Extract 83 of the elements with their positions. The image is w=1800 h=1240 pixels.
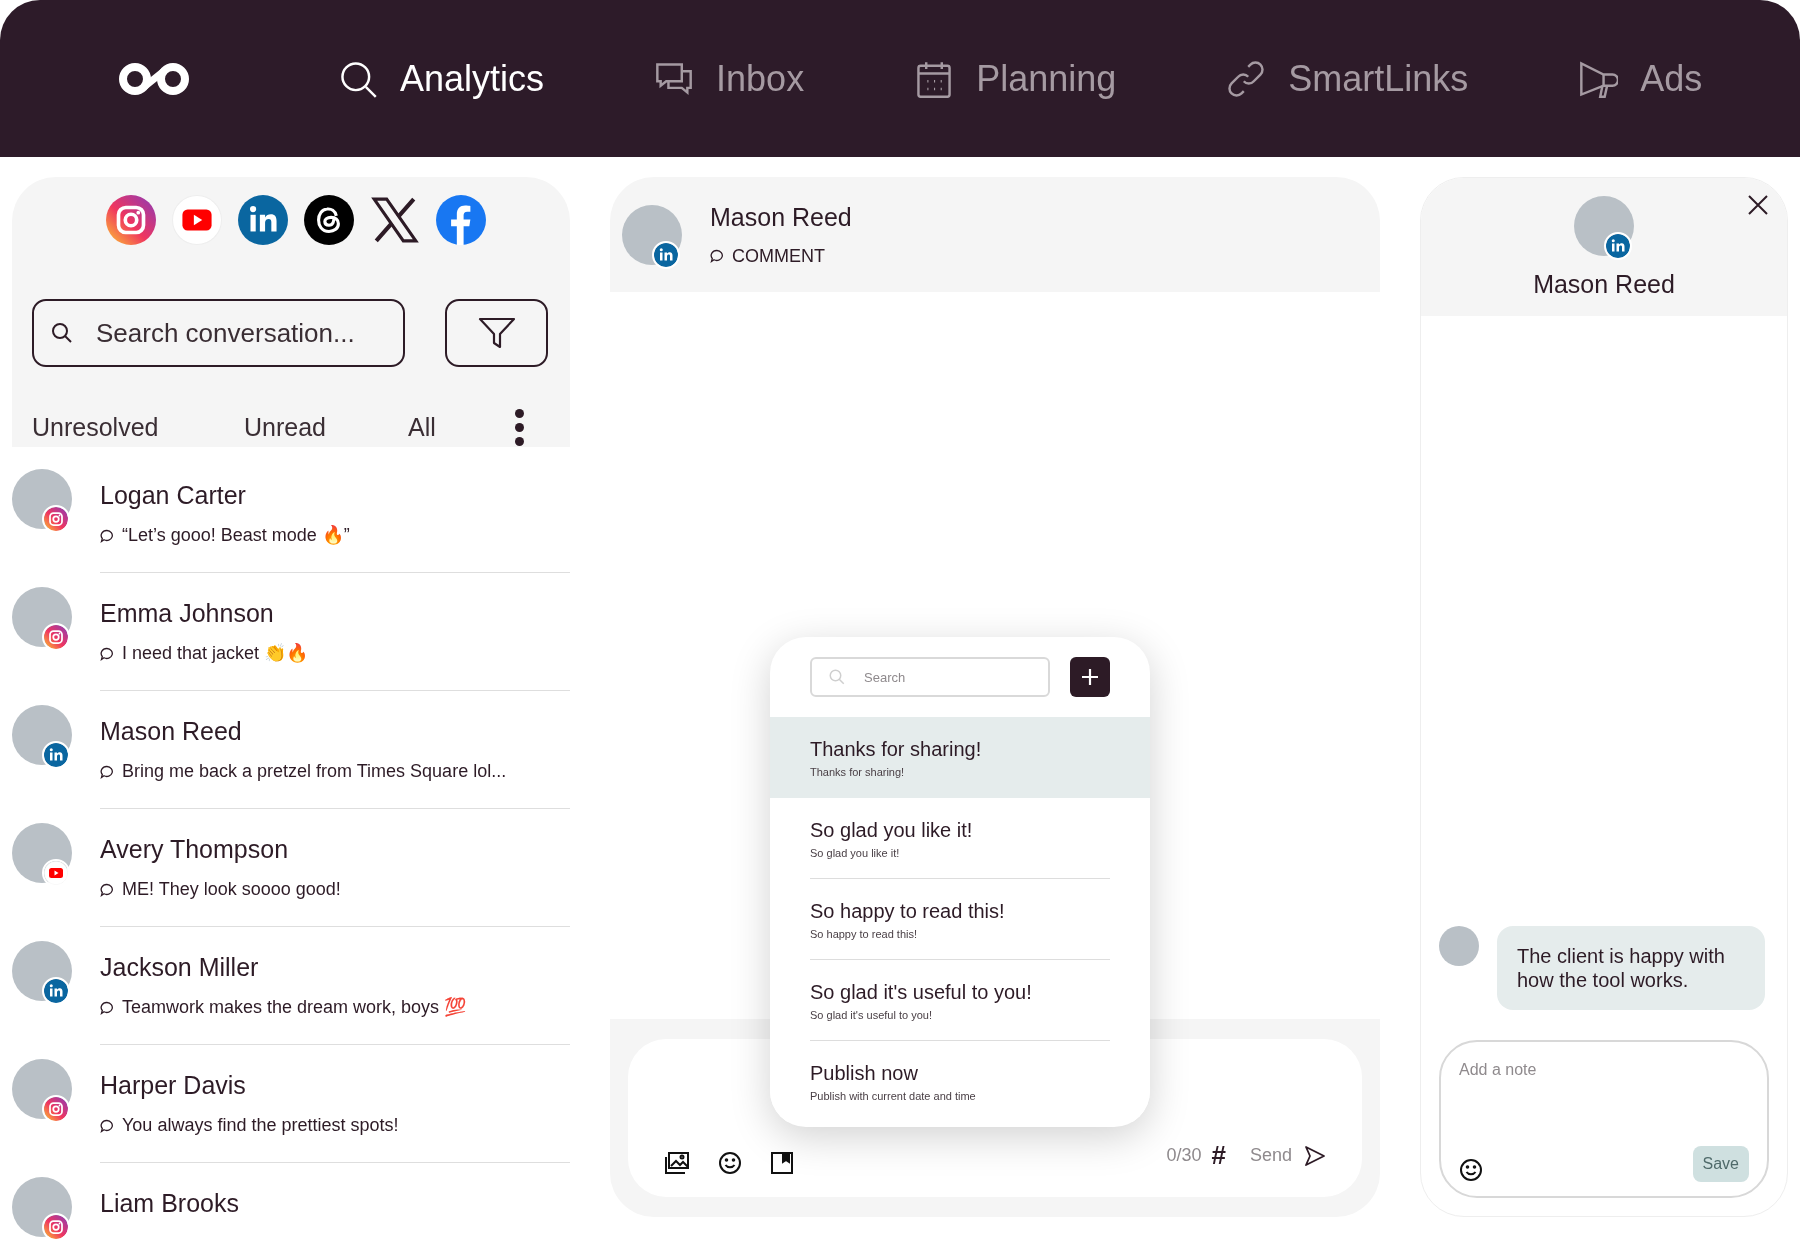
character-counter: 0/30 [1166, 1144, 1202, 1167]
emoji-icon[interactable] [1459, 1158, 1483, 1182]
message-preview: Bring me back a pretzel from Times Square lol... [122, 760, 507, 783]
quick-reply-title: So happy to read this! [810, 898, 1006, 924]
emoji-icon[interactable] [718, 1151, 742, 1175]
message-preview: I need that jacket 👏🔥 [122, 642, 309, 665]
comment-icon [100, 646, 114, 661]
contact-name: Mason Reed [100, 715, 243, 747]
quick-reply-item[interactable]: Thanks for sharing! Thanks for sharing! [770, 717, 1150, 798]
conversation-item[interactable]: Jackson Miller Teamwork makes the dream work, boys 💯 [12, 940, 570, 1059]
conversation-item[interactable]: Mason Reed Bring me back a pretzel from Times Square lol... [12, 704, 570, 823]
contact-name: Liam Brooks [100, 1187, 240, 1219]
filter-tab[interactable]: Unresolved [32, 409, 244, 447]
message-preview: You always find the prettiest spots! [122, 1114, 399, 1137]
quick-reply-title: So glad you like it! [810, 817, 974, 843]
more-options-button[interactable] [515, 409, 524, 447]
linkedin-icon[interactable] [238, 195, 288, 245]
contact-name: Harper Davis [100, 1069, 247, 1101]
threads-icon[interactable] [304, 195, 354, 245]
youtube-icon[interactable] [172, 195, 222, 245]
conversation-item[interactable]: Logan Carter “Let’s gooo! Beast mode 🔥” [12, 468, 570, 587]
nav-tab[interactable]: Analytics [338, 51, 545, 106]
nav-tab[interactable]: Ads [1578, 51, 1703, 106]
quick-reply-title: Publish now [810, 1061, 919, 1087]
contact-name: Avery Thompson [100, 833, 290, 865]
instagram-icon[interactable] [106, 195, 156, 245]
conversation-item[interactable]: Emma Johnson I need that jacket 👏🔥 [12, 586, 570, 705]
quick-reply-text: Thanks for sharing! [810, 765, 906, 781]
filter-tab[interactable]: All [408, 409, 488, 447]
note-bubble: The client is happy with how the tool works. [1497, 926, 1765, 1010]
quick-reply-item[interactable]: So glad you like it! So glad you like it! [770, 798, 1150, 879]
comment-icon [100, 1118, 114, 1133]
send-button[interactable]: Send [1249, 1142, 1326, 1169]
infinity-logo[interactable] [118, 60, 190, 97]
message-preview: “Let’s gooo! Beast mode 🔥” [122, 524, 350, 547]
filter-icon [477, 316, 516, 350]
quick-reply-text: So happy to read this! [810, 926, 918, 942]
filter-button[interactable] [445, 299, 548, 367]
contact-name: Logan Carter [100, 479, 247, 511]
hashtag-button[interactable]: # [1211, 1136, 1226, 1175]
close-icon [1747, 194, 1769, 216]
contact-name: Mason Reed [710, 202, 852, 234]
comment-icon [100, 1000, 114, 1015]
quick-reply-title: Thanks for sharing! [810, 737, 983, 763]
nav-tab[interactable]: SmartLinks [1226, 51, 1469, 106]
send-icon [1304, 1144, 1326, 1167]
quick-reply-text: So glad you like it! [810, 845, 901, 861]
search-icon [828, 668, 846, 686]
search-field[interactable]: Search conversation... [32, 299, 405, 367]
quick-reply-title: So glad it's useful to you! [810, 979, 1033, 1005]
comment-icon [710, 249, 724, 264]
x-logo-icon[interactable] [370, 195, 420, 245]
quick-reply-text: So glad it's useful to you! [810, 1007, 933, 1023]
contact-name: Emma Johnson [100, 597, 275, 629]
quick-reply-text: Publish with current date and time [810, 1089, 977, 1105]
link-icon [1226, 58, 1267, 99]
nav-tab[interactable]: Inbox [654, 51, 805, 106]
comment-icon [100, 882, 114, 897]
contact-name: Mason Reed [1533, 269, 1675, 300]
message-preview: ME! They look soooo good! [122, 878, 341, 901]
contact-name: Jackson Miller [100, 951, 260, 983]
close-button[interactable] [1747, 194, 1769, 216]
bookmark-folder-icon[interactable] [770, 1151, 794, 1175]
quick-reply-item[interactable]: Publish now Publish with current date and time [770, 1041, 1150, 1122]
message-type-label: COMMENT [732, 244, 825, 268]
filter-tab[interactable]: Unread [244, 409, 408, 447]
search-icon [50, 321, 74, 345]
save-button[interactable]: Save [1692, 1146, 1749, 1182]
comment-icon [100, 764, 114, 779]
avatar-photo-placeholder [1439, 926, 1479, 966]
note-field[interactable]: Add a note Save [1439, 1040, 1769, 1198]
comment-icon [100, 528, 114, 543]
add-button[interactable] [1070, 657, 1110, 697]
conversation-item[interactable]: Liam Brooks [12, 1176, 570, 1240]
quick-reply-item[interactable]: So happy to read this! So happy to read this! [770, 879, 1150, 960]
quick-reply-item[interactable]: So glad it's useful to you! So glad it's useful to you! [770, 960, 1150, 1041]
facebook-icon[interactable] [436, 195, 486, 245]
conversation-item[interactable]: Harper Davis You always find the prettiest spots! [12, 1058, 570, 1177]
plus-icon [1080, 667, 1100, 687]
message-preview: Teamwork makes the dream work, boys 💯 [122, 996, 467, 1019]
nav-tab[interactable]: Planning [914, 51, 1117, 106]
conversation-item[interactable]: Avery Thompson ME! They look soooo good! [12, 822, 570, 941]
image-gallery-icon[interactable] [664, 1151, 690, 1175]
